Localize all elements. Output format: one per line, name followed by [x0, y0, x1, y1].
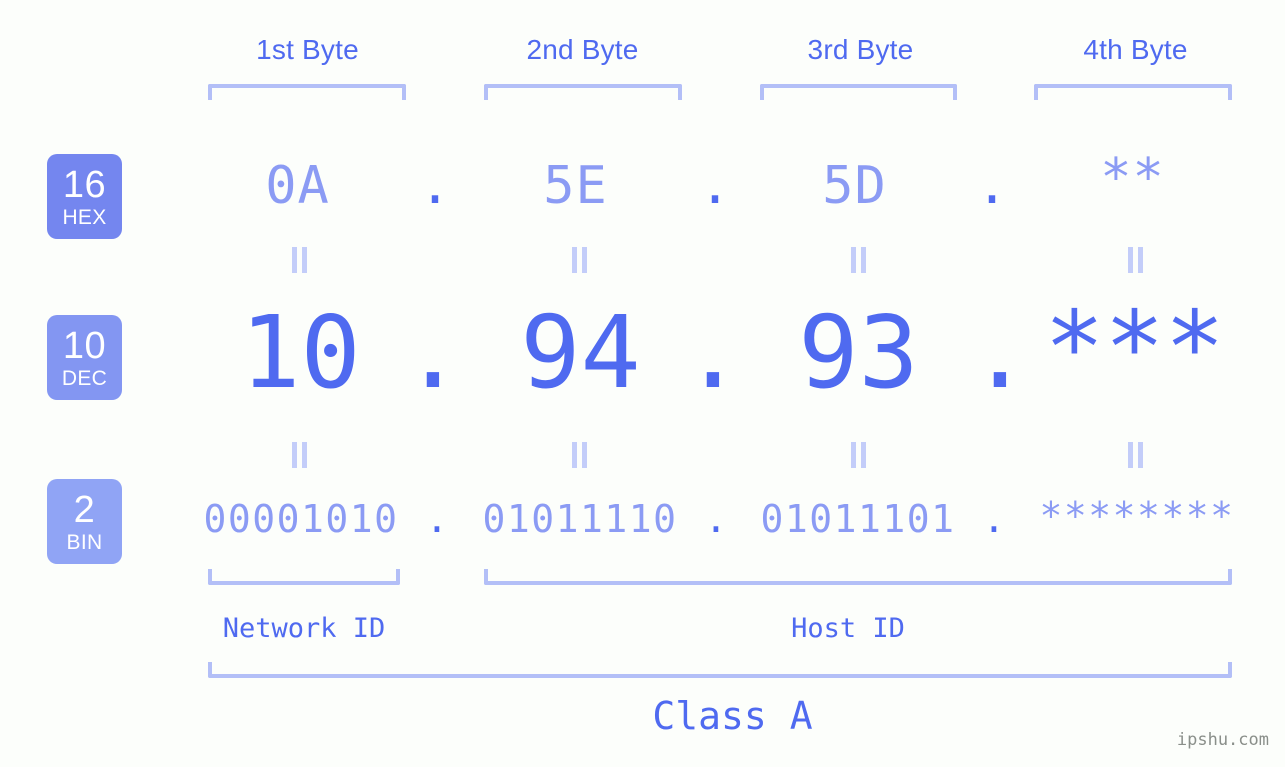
byte-bracket-top-4 — [1034, 84, 1232, 100]
hex-value-byte-2: 5E — [543, 156, 608, 216]
byte-header-label-4: 4th Byte — [1083, 34, 1188, 65]
byte-header-label-3: 3rd Byte — [807, 34, 914, 65]
equals-connector-hex-dec-4 — [1126, 247, 1146, 273]
host-id-bracket — [484, 569, 1232, 585]
bin-separator-2: . — [704, 497, 728, 541]
equals-connector-dec-bin-2 — [570, 442, 590, 468]
radix-badge-dec-tag: DEC — [61, 366, 108, 390]
byte-bracket-top-3 — [760, 84, 957, 100]
byte-bracket-top-2 — [484, 84, 682, 100]
network-id-label: Network ID — [222, 613, 386, 644]
class-bracket — [208, 662, 1232, 678]
dec-value-byte-4: *** — [1044, 289, 1225, 406]
dec-value-byte-3: 93 — [798, 294, 919, 411]
radix-badge-dec: 10 DEC — [47, 315, 122, 400]
site-watermark: ipshu.com — [1176, 730, 1269, 750]
dec-separator-3: . — [969, 294, 1031, 411]
host-id-label: Host ID — [791, 613, 905, 644]
bin-value-byte-3: 01011101 — [760, 497, 956, 541]
dec-separator-2: . — [682, 294, 744, 411]
hex-value-byte-4: ** — [1100, 148, 1165, 208]
class-label: Class A — [652, 694, 813, 738]
network-id-bracket — [208, 569, 400, 585]
bin-separator-1: . — [425, 497, 449, 541]
radix-badge-hex-number: 16 — [62, 163, 107, 206]
radix-badge-bin-tag: BIN — [66, 530, 103, 554]
bin-value-byte-1: 00001010 — [203, 497, 399, 541]
ip-breakdown-diagram: 1st Byte 2nd Byte 3rd Byte 4th Byte 16 H… — [0, 0, 1285, 767]
equals-connector-hex-dec-2 — [570, 247, 590, 273]
hex-value-byte-1: 0A — [265, 156, 330, 216]
equals-connector-dec-bin-1 — [290, 442, 310, 468]
hex-separator-3: . — [976, 156, 1008, 216]
equals-connector-hex-dec-3 — [849, 247, 869, 273]
hex-value-byte-3: 5D — [822, 156, 887, 216]
bin-value-byte-4: ******** — [1039, 494, 1235, 538]
equals-connector-hex-dec-1 — [290, 247, 310, 273]
byte-header-label-1: 1st Byte — [256, 34, 359, 65]
dec-value-byte-1: 10 — [240, 294, 361, 411]
radix-badge-bin-number: 2 — [73, 488, 96, 531]
hex-separator-1: . — [419, 156, 451, 216]
byte-header-label-2: 2nd Byte — [526, 34, 639, 65]
byte-bracket-top-1 — [208, 84, 406, 100]
bin-value-byte-2: 01011110 — [482, 497, 678, 541]
radix-badge-hex: 16 HEX — [47, 154, 122, 239]
dec-separator-1: . — [402, 294, 464, 411]
hex-separator-2: . — [699, 156, 731, 216]
radix-badge-dec-number: 10 — [62, 324, 107, 367]
equals-connector-dec-bin-4 — [1126, 442, 1146, 468]
bin-separator-3: . — [982, 497, 1006, 541]
radix-badge-hex-tag: HEX — [62, 205, 107, 229]
equals-connector-dec-bin-3 — [849, 442, 869, 468]
dec-value-byte-2: 94 — [520, 294, 641, 411]
radix-badge-bin: 2 BIN — [47, 479, 122, 564]
